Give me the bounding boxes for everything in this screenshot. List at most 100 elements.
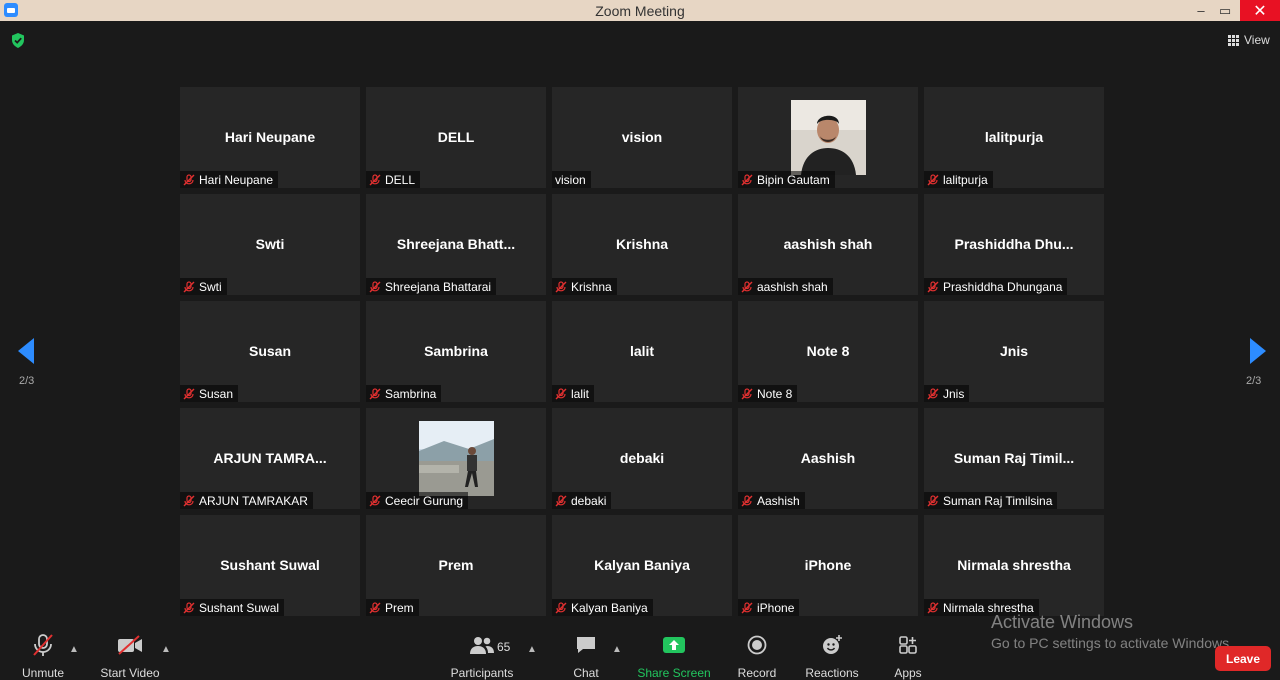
security-shield-icon[interactable] bbox=[11, 33, 25, 48]
muted-microphone-icon bbox=[741, 280, 753, 293]
participant-name: Suman Raj Timilsina bbox=[943, 493, 1053, 508]
chat-label: Chat bbox=[573, 666, 599, 680]
participant-tile[interactable]: DELL DELL bbox=[366, 87, 546, 188]
participant-name: lalitpurja bbox=[943, 172, 988, 187]
participant-tile[interactable]: iPhone iPhone bbox=[738, 515, 918, 616]
muted-microphone-icon bbox=[369, 387, 381, 400]
participant-name-label: Bipin Gautam bbox=[738, 171, 835, 188]
participant-display-name: ARJUN TAMRA... bbox=[213, 450, 327, 466]
share-screen-button[interactable]: Share Screen bbox=[637, 630, 711, 680]
participant-name-label: lalitpurja bbox=[924, 171, 993, 188]
view-button[interactable]: View bbox=[1228, 32, 1270, 48]
muted-microphone-icon bbox=[183, 280, 195, 293]
participant-name-label: Sambrina bbox=[366, 385, 442, 402]
participant-tile[interactable]: Suman Raj Timil... Suman Raj Timilsina bbox=[924, 408, 1104, 509]
participant-video-thumbnail bbox=[419, 421, 494, 496]
participant-name: debaki bbox=[571, 493, 607, 508]
participant-tile[interactable]: Swti Swti bbox=[180, 194, 360, 295]
watermark-title: Activate Windows bbox=[991, 612, 1134, 632]
participant-tile[interactable]: Prem Prem bbox=[366, 515, 546, 616]
record-icon bbox=[747, 630, 767, 660]
muted-microphone-icon bbox=[741, 494, 753, 507]
previous-page-arrow-icon[interactable] bbox=[18, 338, 34, 364]
participant-tile[interactable]: Sambrina Sambrina bbox=[366, 301, 546, 402]
muted-microphone-icon bbox=[741, 173, 753, 186]
view-label: View bbox=[1244, 33, 1270, 47]
participant-name: Shreejana Bhattarai bbox=[385, 279, 492, 294]
participant-tile[interactable]: Shreejana Bhatt... Shreejana Bhattarai bbox=[366, 194, 546, 295]
participant-tile[interactable]: aashish shah aashish shah bbox=[738, 194, 918, 295]
participant-display-name: Krishna bbox=[615, 236, 669, 252]
participants-options-chevron-icon[interactable]: ▲ bbox=[527, 644, 537, 655]
participant-name: Hari Neupane bbox=[199, 172, 274, 187]
participant-name: Bipin Gautam bbox=[757, 172, 830, 187]
participant-display-name: vision bbox=[621, 129, 663, 145]
participant-display-name: Susan bbox=[248, 343, 291, 359]
audio-options-chevron-icon[interactable]: ▲ bbox=[69, 644, 79, 655]
participant-tile[interactable]: Note 8 Note 8 bbox=[738, 301, 918, 402]
participant-name-label: debaki bbox=[552, 492, 612, 509]
participant-tile[interactable]: Sushant Suwal Sushant Suwal bbox=[180, 515, 360, 616]
close-button[interactable]: ✕ bbox=[1240, 0, 1280, 21]
participant-name-label: Swti bbox=[180, 278, 227, 295]
next-page-arrow-icon[interactable] bbox=[1250, 338, 1266, 364]
participant-name: aashish shah bbox=[757, 279, 828, 294]
participant-tile[interactable]: Nirmala shrestha Nirmala shrestha bbox=[924, 515, 1104, 616]
activate-windows-watermark: Activate Windows Go to PC settings to ac… bbox=[991, 612, 1233, 651]
muted-microphone-icon bbox=[183, 494, 195, 507]
participant-video-thumbnail bbox=[791, 100, 866, 175]
participant-name-label: Suman Raj Timilsina bbox=[924, 492, 1058, 509]
participant-display-name: Hari Neupane bbox=[224, 129, 316, 145]
participant-tile[interactable]: lalit lalit bbox=[552, 301, 732, 402]
reactions-icon bbox=[821, 630, 843, 660]
chat-button[interactable]: Chat bbox=[568, 630, 604, 680]
participant-tile[interactable]: lalitpurja lalitpurja bbox=[924, 87, 1104, 188]
reactions-button[interactable]: Reactions bbox=[805, 630, 859, 680]
participant-name: Jnis bbox=[943, 386, 965, 401]
participant-tile[interactable]: Hari Neupane Hari Neupane bbox=[180, 87, 360, 188]
participants-icon bbox=[469, 630, 495, 660]
apps-label: Apps bbox=[894, 666, 922, 680]
unmute-button[interactable]: Unmute bbox=[22, 630, 64, 680]
video-options-chevron-icon[interactable]: ▲ bbox=[161, 644, 171, 655]
participant-display-name: debaki bbox=[619, 450, 665, 466]
participant-tile[interactable]: vision vision bbox=[552, 87, 732, 188]
participant-tile[interactable]: Krishna Krishna bbox=[552, 194, 732, 295]
participant-name: Prashiddha Dhungana bbox=[943, 279, 1063, 294]
maximize-button[interactable]: ▭ bbox=[1210, 0, 1240, 21]
participant-tile[interactable]: Susan Susan bbox=[180, 301, 360, 402]
record-button[interactable]: Record bbox=[737, 630, 777, 680]
leave-button[interactable]: Leave bbox=[1215, 646, 1271, 671]
participant-tile[interactable]: Ceecir Gurung bbox=[366, 408, 546, 509]
participant-tile[interactable]: Bipin Gautam bbox=[738, 87, 918, 188]
participant-name-label: DELL bbox=[366, 171, 421, 188]
muted-microphone-icon bbox=[369, 601, 381, 614]
participant-name: Swti bbox=[199, 279, 222, 294]
participant-tile[interactable]: debaki debaki bbox=[552, 408, 732, 509]
participant-tile[interactable]: Kalyan Baniya Kalyan Baniya bbox=[552, 515, 732, 616]
muted-microphone-icon bbox=[927, 173, 939, 186]
muted-microphone-icon bbox=[741, 387, 753, 400]
participants-count: 65 bbox=[497, 640, 511, 654]
participant-tile[interactable]: Prashiddha Dhu... Prashiddha Dhungana bbox=[924, 194, 1104, 295]
participant-tile[interactable]: ARJUN TAMRA... ARJUN TAMRAKAR bbox=[180, 408, 360, 509]
start-video-label: Start Video bbox=[100, 666, 160, 680]
participant-name: Aashish bbox=[757, 493, 800, 508]
chat-options-chevron-icon[interactable]: ▲ bbox=[612, 644, 622, 655]
participants-button[interactable]: Participants bbox=[451, 630, 513, 680]
muted-microphone-icon bbox=[369, 494, 381, 507]
participant-name: ARJUN TAMRAKAR bbox=[199, 493, 308, 508]
participant-tile[interactable]: Aashish Aashish bbox=[738, 408, 918, 509]
participant-name-label: Hari Neupane bbox=[180, 171, 279, 188]
start-video-button[interactable]: Start Video bbox=[100, 630, 160, 680]
participant-name-label: Ceecir Gurung bbox=[366, 492, 469, 509]
participant-tile[interactable]: Jnis Jnis bbox=[924, 301, 1104, 402]
apps-button[interactable]: Apps bbox=[890, 630, 926, 680]
muted-microphone-icon bbox=[369, 280, 381, 293]
watermark-subtitle: Go to PC settings to activate Windows. bbox=[991, 635, 1233, 651]
muted-microphone-icon bbox=[555, 280, 567, 293]
participant-name: Ceecir Gurung bbox=[385, 493, 464, 508]
muted-microphone-icon bbox=[183, 601, 195, 614]
participant-display-name: Prem bbox=[438, 557, 474, 573]
unmute-label: Unmute bbox=[21, 666, 65, 680]
